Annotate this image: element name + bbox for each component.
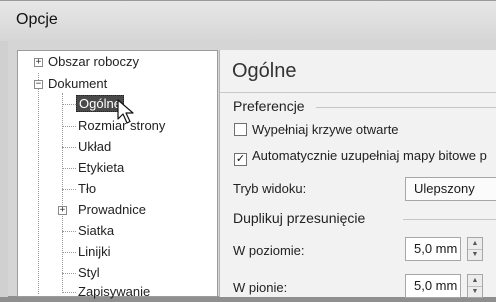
tree-item-uklad[interactable]: Układ bbox=[78, 137, 111, 157]
tree-guide-line bbox=[62, 93, 63, 291]
vertical-label: W pionie: bbox=[233, 280, 288, 295]
fill-open-curves-option[interactable]: Wypełniaj krzywe otwarte bbox=[234, 122, 399, 137]
section-divider bbox=[403, 219, 496, 220]
plus-box-icon[interactable]: + bbox=[34, 58, 43, 67]
options-tree[interactable]: + Obszar roboczy − Dokument Ogólne Rozmi… bbox=[17, 50, 218, 299]
fill-open-curves-checkbox[interactable] bbox=[234, 123, 247, 136]
title-bar[interactable]: Opcje bbox=[0, 1, 496, 41]
tree-connector bbox=[62, 126, 76, 127]
tree-item-zapisywanie[interactable]: Zapisywanie bbox=[78, 282, 150, 302]
tree-connector bbox=[62, 252, 76, 253]
tree-item-label: Zapisywanie bbox=[78, 284, 151, 299]
triangle-down-icon[interactable]: ▼ bbox=[468, 286, 482, 297]
tree-connector bbox=[62, 168, 76, 169]
view-mode-value: Ulepszony bbox=[414, 181, 475, 196]
duplicate-offset-heading: Duplikuj przesunięcie bbox=[233, 210, 366, 226]
tree-item-obszar-roboczy[interactable]: Obszar roboczy bbox=[48, 52, 139, 72]
tree-item-etykieta[interactable]: Etykieta bbox=[78, 158, 124, 178]
tree-connector bbox=[62, 292, 76, 293]
tree-connector bbox=[62, 147, 76, 148]
tree-item-styl[interactable]: Styl bbox=[78, 263, 100, 283]
settings-panel: Ogólne Preferencje Wypełniaj krzywe otwa… bbox=[219, 50, 496, 298]
tree-item-label: Etykieta bbox=[78, 160, 125, 175]
tree-item-siatka[interactable]: Siatka bbox=[78, 221, 114, 241]
tree-item-label: Prowadnice bbox=[78, 202, 146, 217]
view-mode-label: Tryb widoku: bbox=[233, 181, 307, 196]
window-title: Opcje bbox=[16, 11, 58, 28]
window-frame bbox=[0, 41, 8, 297]
tree-item-prowadnice[interactable]: Prowadnice bbox=[78, 200, 146, 220]
tree-connector bbox=[62, 104, 76, 105]
preferences-heading: Preferencje bbox=[233, 98, 305, 114]
tree-item-label: Styl bbox=[78, 265, 100, 280]
tree-item-label: Obszar roboczy bbox=[48, 54, 140, 69]
vertical-offset-input[interactable]: 5,0 mm bbox=[405, 274, 461, 298]
tree-connector bbox=[62, 231, 76, 232]
tree-item-label: Tło bbox=[78, 181, 97, 196]
horizontal-label: W poziomie: bbox=[233, 243, 305, 258]
tree-connector bbox=[62, 273, 76, 274]
tree-guide-line bbox=[38, 73, 39, 294]
mouse-pointer-icon bbox=[117, 99, 134, 124]
checkmark-icon[interactable]: ✓ bbox=[234, 153, 247, 166]
tree-item-label: Układ bbox=[78, 139, 112, 154]
horizontal-offset-input[interactable]: 5,0 mm bbox=[405, 237, 461, 261]
section-divider bbox=[316, 107, 496, 108]
minus-box-icon[interactable]: − bbox=[34, 80, 43, 89]
vertical-offset-stepper[interactable]: ▲ ▼ bbox=[467, 274, 483, 298]
tree-connector bbox=[62, 189, 76, 190]
plus-box-icon[interactable]: + bbox=[58, 206, 67, 215]
divider bbox=[220, 92, 496, 93]
auto-complete-bitmaps-option[interactable]: ✓ Automatycznie uzupełniaj mapy bitowe p bbox=[234, 148, 487, 166]
horizontal-offset-stepper[interactable]: ▲ ▼ bbox=[467, 237, 483, 261]
tree-item-label: Siatka bbox=[78, 223, 115, 238]
tree-item-label: Linijki bbox=[78, 244, 111, 259]
page-title: Ogólne bbox=[232, 60, 297, 82]
tree-item-linijki[interactable]: Linijki bbox=[78, 242, 111, 262]
view-mode-select[interactable]: Ulepszony bbox=[405, 177, 496, 201]
tree-item-label: Dokument bbox=[48, 76, 108, 91]
triangle-down-icon[interactable]: ▼ bbox=[468, 249, 482, 260]
tree-item-tlo[interactable]: Tło bbox=[78, 179, 96, 199]
option-label: Automatycznie uzupełniaj mapy bitowe p bbox=[252, 148, 487, 163]
vertical-offset-value: 5,0 mm bbox=[414, 278, 458, 293]
horizontal-offset-value: 5,0 mm bbox=[414, 241, 458, 256]
tree-item-dokument[interactable]: Dokument bbox=[48, 74, 107, 94]
options-dialog: Opcje + Obszar roboczy − Dokument Ogólne… bbox=[0, 0, 496, 299]
option-label: Wypełniaj krzywe otwarte bbox=[252, 122, 399, 137]
